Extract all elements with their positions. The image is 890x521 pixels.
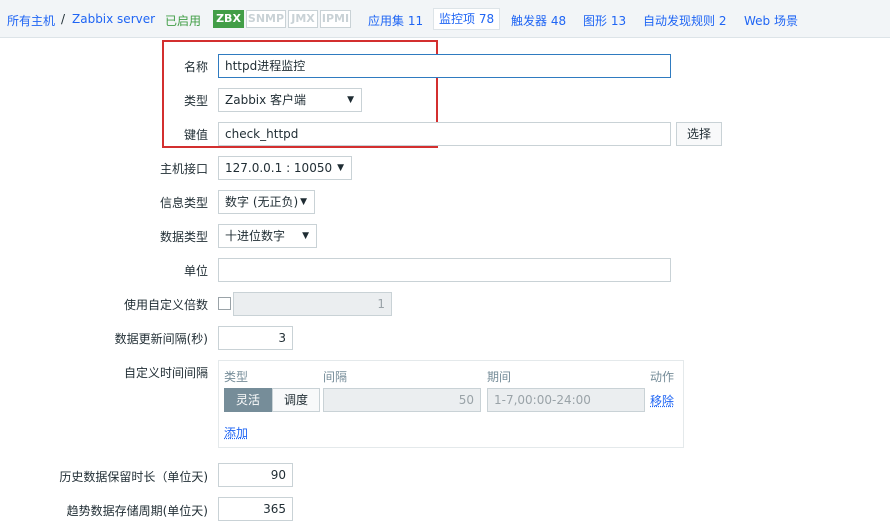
dropdown-arrow-icon: ▼	[302, 231, 309, 241]
select-key-button[interactable]: 选择	[676, 122, 722, 146]
availability-snmp: SNMP	[246, 10, 286, 28]
units-label: 单位	[183, 264, 208, 278]
breadcrumb-all-hosts[interactable]: 所有主机	[7, 12, 55, 29]
breadcrumb-separator: /	[61, 12, 66, 26]
custom-intervals-panel: 类型 间隔 期间 动作 灵活 调度 50 1-7,00:00-24:00 移除 …	[218, 360, 684, 448]
interface-select-value: 127.0.0.1 : 10050	[225, 161, 333, 175]
dropdown-arrow-icon: ▼	[337, 163, 344, 173]
flex-period-input[interactable]: 1-7,00:00-24:00	[487, 388, 645, 412]
col-period-header: 期间	[487, 370, 512, 384]
data-type-select-value: 十进位数字	[225, 229, 286, 243]
history-label: 历史数据保留时长（单位天)	[59, 470, 208, 484]
multiplier-input: 1	[233, 292, 392, 316]
add-interval-link[interactable]: 添加	[224, 424, 248, 441]
availability-zbx: ZBX	[213, 10, 244, 28]
update-interval-label: 数据更新间隔(秒)	[114, 332, 208, 346]
col-interval-header: 间隔	[323, 370, 348, 384]
tab-triggers[interactable]: 触发器 48	[511, 12, 566, 29]
data-type-select[interactable]: 十进位数字 ▼	[218, 224, 317, 248]
interface-select[interactable]: 127.0.0.1 : 10050 ▼	[218, 156, 352, 180]
info-type-select[interactable]: 数字 (无正负) ▼	[218, 190, 315, 214]
type-select-value: Zabbix 客户端	[225, 93, 307, 107]
tab-graphs[interactable]: 图形 13	[583, 12, 626, 29]
dropdown-arrow-icon: ▼	[347, 95, 354, 105]
col-action-header: 动作	[650, 370, 675, 384]
breadcrumb-host[interactable]: Zabbix server	[72, 12, 155, 26]
key-input[interactable]: check_httpd	[218, 122, 671, 146]
multiplier-label: 使用自定义倍数	[123, 298, 208, 312]
trends-label: 趋势数据存储周期(单位天)	[66, 504, 208, 518]
multiplier-checkbox[interactable]	[218, 297, 231, 310]
data-type-label: 数据类型	[159, 230, 208, 244]
availability-ipmi: IPMI	[320, 10, 351, 28]
tab-web-scenarios[interactable]: Web 场景	[744, 12, 798, 29]
availability-jmx: JMX	[288, 10, 318, 28]
custom-intervals-label: 自定义时间间隔	[123, 366, 208, 380]
history-input[interactable]: 90	[218, 463, 293, 487]
trends-input[interactable]: 365	[218, 497, 293, 521]
name-input[interactable]: httpd进程监控	[218, 54, 671, 78]
host-navigation-bar: 所有主机 / Zabbix server 已启用 ZBX SNMP JMX IP…	[0, 0, 890, 38]
interface-label: 主机接口	[159, 162, 208, 176]
info-type-select-value: 数字 (无正负)	[225, 195, 299, 209]
key-label: 键值	[183, 128, 208, 142]
tab-applications[interactable]: 应用集 11	[368, 12, 423, 29]
tab-discovery-rules[interactable]: 自动发现规则 2	[643, 12, 726, 29]
tab-items[interactable]: 监控项 78	[433, 8, 501, 30]
units-input[interactable]	[218, 258, 671, 282]
scheduling-toggle[interactable]: 调度	[272, 388, 320, 412]
col-type-header: 类型	[224, 370, 249, 384]
type-label: 类型	[183, 94, 208, 108]
flex-interval-input[interactable]: 50	[323, 388, 481, 412]
dropdown-arrow-icon: ▼	[300, 197, 307, 207]
host-status[interactable]: 已启用	[165, 12, 201, 29]
flexible-toggle[interactable]: 灵活	[224, 388, 272, 412]
info-type-label: 信息类型	[159, 196, 208, 210]
name-label: 名称	[183, 60, 208, 74]
type-select[interactable]: Zabbix 客户端 ▼	[218, 88, 362, 112]
update-interval-input[interactable]: 3	[218, 326, 293, 350]
remove-interval-link[interactable]: 移除	[650, 392, 674, 409]
